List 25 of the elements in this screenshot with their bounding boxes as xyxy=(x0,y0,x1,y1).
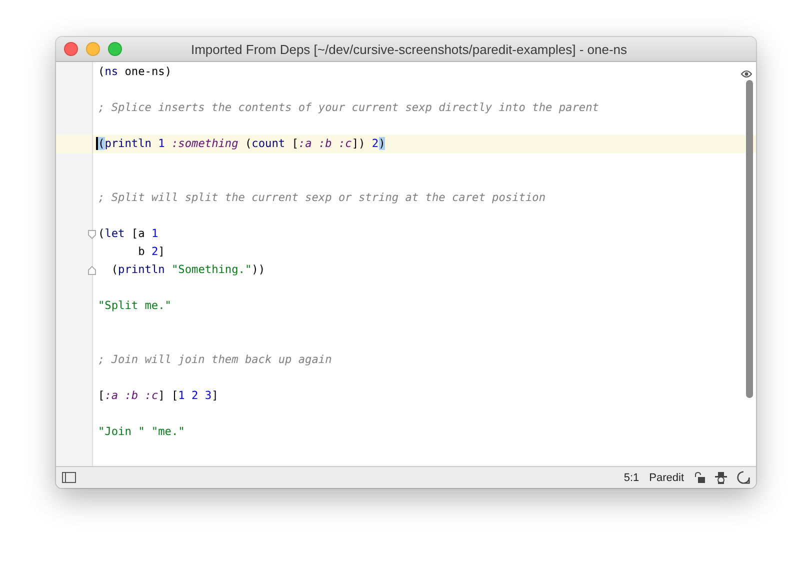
code-line: (ns one-ns) xyxy=(98,64,172,80)
window-title: Imported From Deps [~/dev/cursive-screenshots/paredit-examples] - one-ns xyxy=(190,42,628,56)
code-line: (println "Something.")) xyxy=(110,262,265,278)
caret-position[interactable]: 5:1 xyxy=(624,472,640,484)
code-line: ; Join will join them back up again xyxy=(98,352,332,368)
code-line: "Split me." xyxy=(98,298,172,314)
code-line: (println 1 :something (count [:a :b :c]) 2) xyxy=(98,136,386,152)
padlock-icon[interactable] xyxy=(694,472,705,483)
code-line: b 2] xyxy=(137,244,165,260)
minimize-button[interactable] xyxy=(86,42,100,56)
editing-mode[interactable]: Paredit xyxy=(649,472,684,484)
eye-icon[interactable] xyxy=(741,70,752,78)
speech-bubble-icon[interactable] xyxy=(737,471,750,484)
code-line: "Join " "me." xyxy=(98,424,185,440)
panel-toggle-icon[interactable] xyxy=(62,472,76,483)
code-line: ; Split will split the current sexp or string at the caret position xyxy=(98,190,546,206)
scrollbar[interactable] xyxy=(746,80,753,398)
code-line: ; Splice inserts the contents of your current sexp directly into the parent xyxy=(98,100,599,116)
code-line: [:a :b :c] [1 2 3] xyxy=(98,388,218,404)
fold-icon[interactable] xyxy=(88,266,96,275)
zoom-button[interactable] xyxy=(108,42,122,56)
detective-icon[interactable] xyxy=(715,472,727,484)
close-button[interactable] xyxy=(64,42,78,56)
code-line: (let [a 1 xyxy=(98,226,158,242)
fold-icon[interactable] xyxy=(88,230,96,239)
